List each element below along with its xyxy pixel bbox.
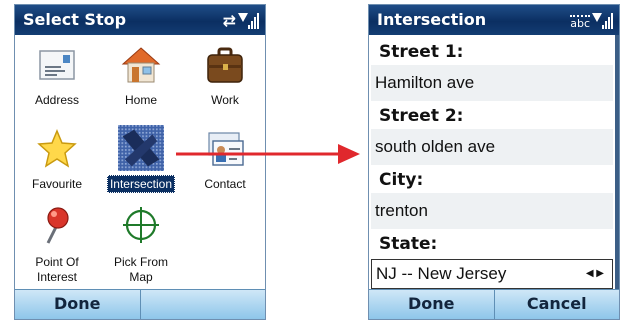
signal-strength-icon [238, 13, 259, 29]
right-softkey[interactable] [139, 290, 266, 319]
work-option[interactable]: Work [183, 35, 265, 119]
done-softkey[interactable]: Done [369, 290, 494, 319]
street2-label: Street 2: [379, 106, 464, 126]
done-softkey[interactable]: Done [15, 290, 140, 319]
option-label: Contact [204, 177, 246, 191]
signal-strength-icon [592, 13, 613, 29]
cancel-softkey[interactable]: Cancel [493, 290, 620, 319]
status-icons: ⇄ [223, 11, 259, 29]
option-label: Favourite [31, 177, 83, 191]
screen-title: Select Stop [23, 10, 127, 29]
option-label: Pick From Map [114, 255, 168, 284]
softkey-bar: Done [15, 289, 265, 319]
envelope-icon [39, 50, 75, 80]
title-bar: Intersection abc [369, 5, 619, 35]
intersection-option[interactable]: Intersection [99, 119, 183, 203]
intersection-form: Street 1: Hamilton ave Street 2: south o… [369, 35, 619, 291]
scrollbar[interactable] [615, 35, 619, 291]
star-icon [37, 129, 77, 168]
left-right-arrows-icon[interactable]: ◀ ▶ [586, 260, 604, 288]
street1-label: Street 1: [379, 42, 464, 62]
option-label: Work [211, 93, 239, 107]
point-of-interest-option[interactable]: Point Of Interest [15, 203, 99, 287]
street1-field[interactable]: Hamilton ave [371, 65, 613, 101]
state-select[interactable]: NJ -- New Jersey ◀ ▶ [371, 259, 613, 289]
select-stop-screen: Select Stop ⇄ Address Home Work Favourit… [14, 4, 266, 320]
sync-icon: ⇄ [222, 11, 236, 30]
status-icons: abc [570, 11, 613, 29]
screen-title: Intersection [377, 10, 487, 29]
softkey-bar: Done Cancel [369, 289, 619, 319]
briefcase-icon [207, 47, 243, 83]
home-option[interactable]: Home [99, 35, 183, 119]
city-label: City: [379, 170, 424, 190]
input-mode-indicator: abc [570, 15, 590, 30]
pushpin-icon [46, 207, 69, 244]
house-icon [121, 47, 161, 83]
stop-type-grid: Address Home Work Favourite Intersection… [15, 35, 265, 291]
option-label: Home [124, 93, 157, 107]
option-label: Address [34, 93, 80, 107]
crosshair-icon [123, 207, 159, 243]
favourite-option[interactable]: Favourite [15, 119, 99, 203]
intersection-screen: Intersection abc Street 1: Hamilton ave … [368, 4, 620, 320]
address-option[interactable]: Address [15, 35, 99, 119]
contact-option[interactable]: Contact [183, 119, 265, 203]
option-label: Intersection [99, 175, 183, 193]
contact-card-icon [208, 132, 244, 166]
street2-field[interactable]: south olden ave [371, 129, 613, 165]
state-label: State: [379, 234, 438, 254]
city-field[interactable]: trenton [371, 193, 613, 229]
title-bar: Select Stop ⇄ [15, 5, 265, 35]
option-label: Point Of Interest [35, 255, 79, 284]
state-value: NJ -- New Jersey [376, 264, 507, 283]
intersection-icon [118, 125, 164, 171]
pick-from-map-option[interactable]: Pick From Map [99, 203, 183, 287]
